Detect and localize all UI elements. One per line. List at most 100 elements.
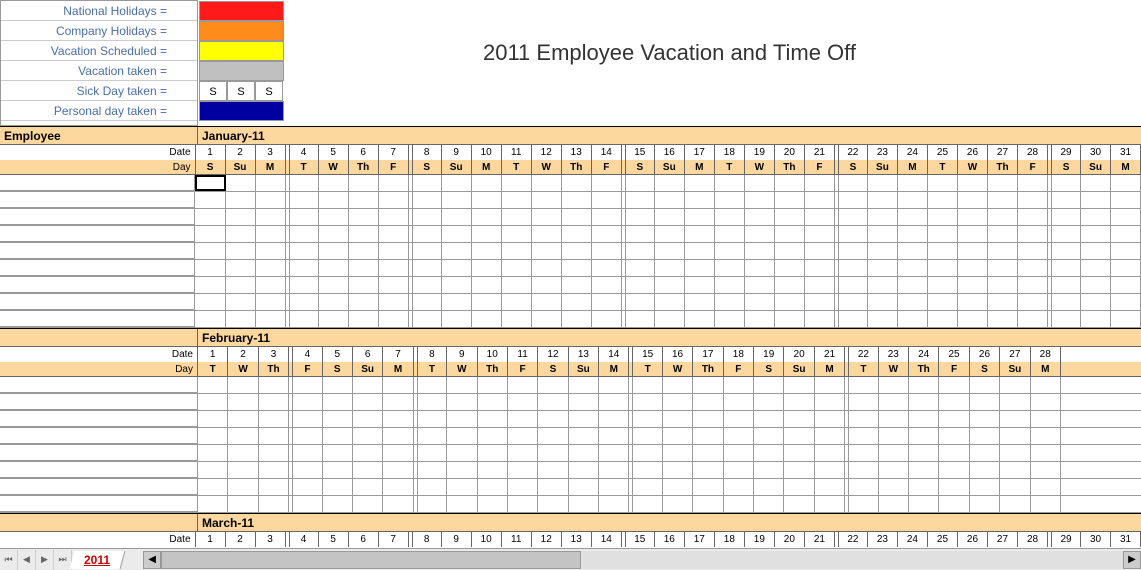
grid-cell[interactable] [379,260,409,276]
grid-cell[interactable] [592,192,622,208]
grid-cell[interactable] [724,428,754,444]
grid-cell[interactable] [663,394,693,410]
grid-cell[interactable] [815,377,845,393]
grid-cell[interactable] [898,277,928,293]
grid-cell[interactable] [349,175,379,191]
grid-cell[interactable] [784,462,814,478]
grid-cell[interactable] [693,411,723,427]
grid-cell[interactable] [958,192,988,208]
grid-cell[interactable] [625,209,655,225]
grid-cell[interactable] [195,192,225,208]
grid-cell[interactable] [928,294,958,310]
employee-name-cell[interactable] [0,175,195,191]
grid-cell[interactable] [532,277,562,293]
grid-cell[interactable] [1031,445,1061,461]
grid-cell[interactable] [655,277,685,293]
grid-cell[interactable] [198,411,228,427]
grid-cell[interactable] [532,294,562,310]
grid-cell[interactable] [319,243,349,259]
grid-cell[interactable] [599,428,629,444]
grid-cell[interactable] [685,226,715,242]
grid-cell[interactable] [1000,479,1030,495]
grid-cell[interactable] [379,311,409,327]
grid-cell[interactable] [815,462,845,478]
grid-cell[interactable] [928,226,958,242]
grid-cell[interactable] [442,226,472,242]
grid-cell[interactable] [562,311,592,327]
grid-cell[interactable] [928,311,958,327]
grid-cell[interactable] [508,428,538,444]
grid-cell[interactable] [655,260,685,276]
grid-cell[interactable] [478,462,508,478]
grid-cell[interactable] [349,260,379,276]
grid-cell[interactable] [319,260,349,276]
grid-cell[interactable] [724,479,754,495]
grid-cell[interactable] [472,243,502,259]
grid-cell[interactable] [784,394,814,410]
grid-cell[interactable] [815,479,845,495]
grid-cell[interactable] [815,411,845,427]
grid-cell[interactable] [988,311,1018,327]
grid-cell[interactable] [292,462,322,478]
grid-cell[interactable] [259,445,289,461]
grid-cell[interactable] [632,496,662,512]
grid-cell[interactable] [228,411,258,427]
grid-cell[interactable] [502,260,532,276]
grid-cell[interactable] [988,192,1018,208]
grid-cell[interactable] [532,175,562,191]
grid-cell[interactable] [775,243,805,259]
grid-cell[interactable] [754,462,784,478]
grid-cell[interactable] [928,209,958,225]
grid-cell[interactable] [663,445,693,461]
grid-cell[interactable] [939,479,969,495]
grid-cell[interactable] [1018,192,1048,208]
grid-cell[interactable] [447,496,477,512]
grid-cell[interactable] [685,277,715,293]
grid-cell[interactable] [898,311,928,327]
grid-cell[interactable] [805,277,835,293]
grid-cell[interactable] [417,496,447,512]
grid-cell[interactable] [1111,192,1141,208]
grid-cell[interactable] [417,394,447,410]
grid-cell[interactable] [195,209,225,225]
grid-cell[interactable] [198,445,228,461]
grid-cell[interactable] [228,428,258,444]
grid-cell[interactable] [226,226,256,242]
grid-cell[interactable] [198,428,228,444]
grid-cell[interactable] [569,394,599,410]
grid-cell[interactable] [625,243,655,259]
grid-cell[interactable] [383,496,413,512]
grid-cell[interactable] [289,243,319,259]
grid-cell[interactable] [379,192,409,208]
grid-cell[interactable] [569,428,599,444]
grid-cell[interactable] [562,226,592,242]
grid-cell[interactable] [289,311,319,327]
grid-cell[interactable] [532,311,562,327]
grid-cell[interactable] [417,411,447,427]
grid-cell[interactable] [1018,175,1048,191]
grid-cell[interactable] [256,175,286,191]
grid-cell[interactable] [970,377,1000,393]
grid-cell[interactable] [838,243,868,259]
grid-cell[interactable] [226,294,256,310]
grid-cell[interactable] [909,394,939,410]
grid-cell[interactable] [715,209,745,225]
grid-cell[interactable] [898,226,928,242]
grid-cell[interactable] [970,428,1000,444]
grid-cell[interactable] [228,394,258,410]
grid-cell[interactable] [349,243,379,259]
grid-cell[interactable] [848,496,878,512]
grid-cell[interactable] [970,394,1000,410]
employee-name-cell[interactable] [0,226,195,242]
grid-cell[interactable] [319,294,349,310]
grid-cell[interactable] [472,192,502,208]
grid-cell[interactable] [724,411,754,427]
grid-cell[interactable] [349,226,379,242]
grid-cell[interactable] [383,445,413,461]
grid-cell[interactable] [909,462,939,478]
grid-cell[interactable] [745,192,775,208]
grid-cell[interactable] [323,445,353,461]
grid-cell[interactable] [1018,209,1048,225]
grid-cell[interactable] [715,243,745,259]
grid-cell[interactable] [599,496,629,512]
